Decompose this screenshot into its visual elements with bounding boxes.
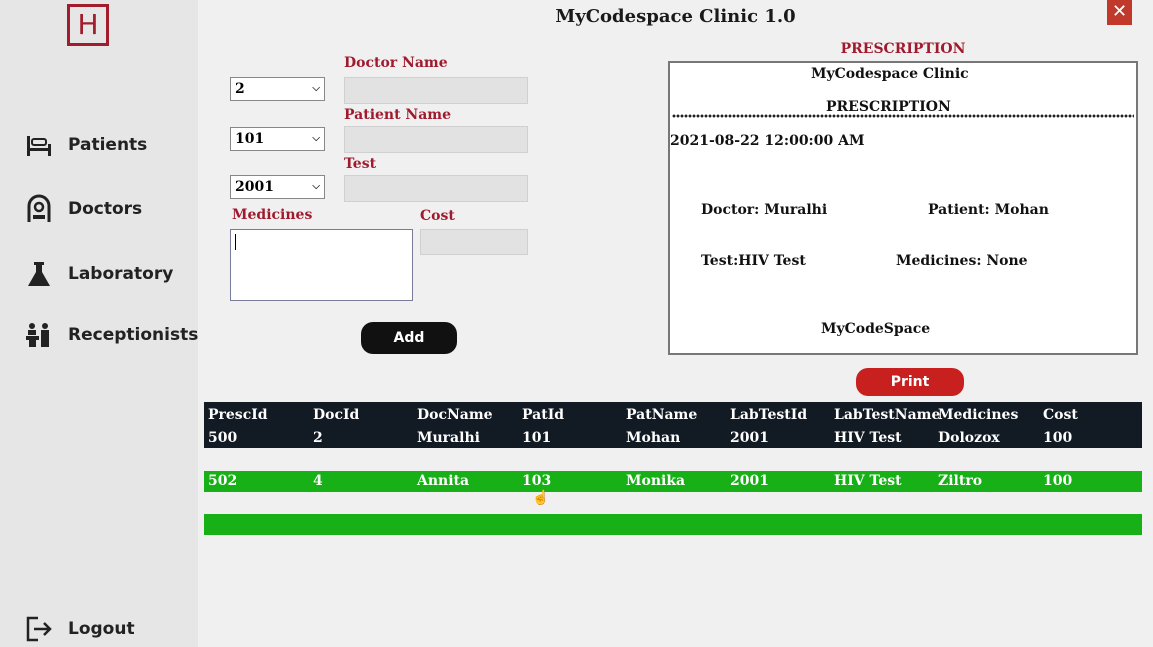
- bed-icon: [27, 136, 51, 156]
- patient-id-select[interactable]: 101 ⌵: [230, 127, 325, 151]
- sidebar-item-label: Doctors: [68, 199, 143, 219]
- table-cell[interactable]: 101: [522, 430, 551, 446]
- table-cell[interactable]: 103: [522, 473, 551, 489]
- table-cell[interactable]: Dolozox: [938, 430, 1000, 446]
- medicines-label: Medicines: [232, 207, 313, 223]
- column-header[interactable]: PatName: [626, 407, 697, 423]
- doctor-id-value: 2: [235, 81, 245, 97]
- table-cell[interactable]: Muralhi: [417, 430, 480, 446]
- doctor-name-field[interactable]: [344, 77, 528, 104]
- table-cell[interactable]: Mohan: [626, 430, 680, 446]
- prescription-patient: Patient: Mohan: [928, 202, 1049, 218]
- test-field[interactable]: [344, 175, 528, 202]
- test-id-select[interactable]: 2001 ⌵: [230, 175, 325, 199]
- table-cell[interactable]: Ziltro: [938, 473, 982, 489]
- sidebar-item-laboratory[interactable]: Laboratory: [24, 259, 173, 289]
- prescription-footer: MyCodeSpace: [821, 321, 931, 337]
- prescription-medicines: Medicines: None: [896, 253, 1028, 269]
- column-header[interactable]: Cost: [1043, 407, 1078, 423]
- table-cell[interactable]: 2001: [730, 430, 769, 446]
- table-cell[interactable]: 100: [1043, 430, 1072, 446]
- prescription-date: 2021-08-22 12:00:00 AM: [670, 133, 865, 149]
- table-cell[interactable]: 2001: [730, 473, 769, 489]
- doctor-icon: [27, 194, 51, 222]
- cost-label: Cost: [420, 208, 455, 224]
- column-header[interactable]: LabTestName: [834, 407, 940, 423]
- column-header[interactable]: DocName: [417, 407, 493, 423]
- dotted-divider: [672, 113, 1134, 119]
- test-label: Test: [344, 156, 377, 172]
- table-cell[interactable]: 4: [313, 473, 323, 489]
- prescription-panel: MyCodespace Clinic PRESCRIPTION 2021-08-…: [668, 61, 1138, 355]
- flask-icon: [28, 262, 50, 286]
- sidebar-item-label: Laboratory: [68, 264, 174, 284]
- test-id-value: 2001: [235, 179, 274, 195]
- sidebar-item-label: Receptionists: [68, 325, 199, 345]
- logout-label: Logout: [68, 619, 135, 639]
- prescription-doctor: Doctor: Muralhi: [701, 202, 828, 218]
- cost-field[interactable]: [420, 229, 528, 255]
- table-cell[interactable]: Annita: [417, 473, 469, 489]
- chevron-down-icon: ⌵: [312, 133, 320, 144]
- main-panel: MyCodespace Clinic 1.0 ✕ Doctor Name 2 ⌵…: [198, 0, 1153, 647]
- table-cell[interactable]: HIV Test: [834, 430, 902, 446]
- window-title: MyCodespace Clinic 1.0: [555, 6, 796, 27]
- sidebar-item-receptionists[interactable]: Receptionists: [24, 320, 198, 350]
- prescription-clinic: MyCodespace Clinic: [811, 66, 969, 82]
- column-header[interactable]: Medicines: [938, 407, 1018, 423]
- doctor-name-label: Doctor Name: [344, 55, 448, 71]
- chevron-down-icon: ⌵: [312, 83, 320, 94]
- prescription-test: Test:HIV Test: [701, 253, 806, 269]
- prescriptions-table: PrescId DocId DocName PatId PatName LabT…: [204, 402, 1142, 535]
- table-cell[interactable]: 502: [208, 473, 237, 489]
- text-caret: [235, 234, 236, 250]
- sidebar-item-patients[interactable]: Patients: [24, 130, 147, 160]
- column-header[interactable]: LabTestId: [730, 407, 807, 423]
- table-header: PrescId DocId DocName PatId PatName LabT…: [204, 402, 1142, 448]
- logout-button[interactable]: Logout: [24, 614, 135, 644]
- logout-icon: [26, 616, 52, 642]
- hand-cursor-icon: ☝: [532, 490, 550, 506]
- medicines-textarea[interactable]: [230, 229, 413, 301]
- table-cell[interactable]: HIV Test: [834, 473, 902, 489]
- table-cell[interactable]: Monika: [626, 473, 685, 489]
- print-button[interactable]: Print: [856, 368, 964, 396]
- patient-name-field[interactable]: [344, 126, 528, 153]
- sidebar-item-doctors[interactable]: Doctors: [24, 194, 142, 224]
- prescription-heading: PRESCRIPTION: [840, 41, 966, 57]
- doctor-id-select[interactable]: 2 ⌵: [230, 77, 325, 101]
- patient-id-value: 101: [235, 131, 265, 147]
- patient-name-label: Patient Name: [344, 107, 452, 123]
- table-row[interactable]: [204, 514, 1142, 535]
- chevron-down-icon: ⌵: [312, 181, 320, 192]
- table-row[interactable]: 502 4 Annita 103 Monika 2001 HIV Test Zi…: [204, 471, 1142, 492]
- column-header[interactable]: DocId: [313, 407, 359, 423]
- table-cell[interactable]: 2: [313, 430, 323, 446]
- column-header[interactable]: PrescId: [208, 407, 268, 423]
- table-cell[interactable]: 500: [208, 430, 237, 446]
- sidebar-item-label: Patients: [68, 135, 148, 155]
- table-cell[interactable]: 100: [1043, 473, 1072, 489]
- sidebar: H Patients Doctors Laboratory Receptioni…: [0, 0, 198, 647]
- hospital-logo: H: [67, 4, 109, 46]
- people-icon: [26, 323, 49, 347]
- add-button[interactable]: Add: [361, 322, 457, 354]
- column-header[interactable]: PatId: [522, 407, 564, 423]
- close-button[interactable]: ✕: [1107, 0, 1132, 25]
